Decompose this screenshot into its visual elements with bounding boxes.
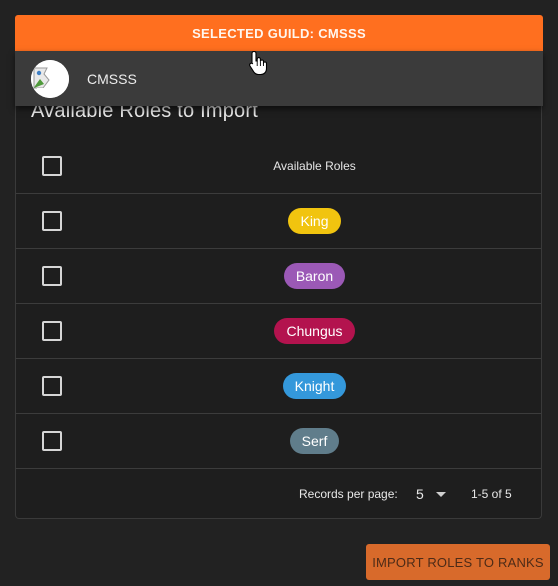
column-header-available-roles: Available Roles bbox=[273, 159, 356, 173]
guild-menu-item[interactable]: CMSSS bbox=[15, 51, 543, 106]
roles-table: Available Roles King Baron Chungus Knigh… bbox=[16, 139, 541, 469]
selected-guild-label: SELECTED GUILD: CMSSS bbox=[192, 25, 366, 41]
row-checkbox[interactable] bbox=[42, 376, 62, 396]
table-header-row: Available Roles bbox=[16, 139, 541, 194]
table-row[interactable]: King bbox=[16, 194, 541, 249]
select-all-checkbox[interactable] bbox=[42, 156, 62, 176]
pagination-range: 1-5 of 5 bbox=[471, 487, 512, 501]
table-pagination: Records per page: 5 1-5 of 5 bbox=[16, 469, 541, 519]
role-chip-chungus: Chungus bbox=[274, 318, 355, 344]
role-cell: King bbox=[88, 194, 541, 248]
roles-card: Available Roles to Import Available Role… bbox=[15, 92, 542, 519]
role-chip-serf: Serf bbox=[289, 428, 340, 454]
selected-guild-button[interactable]: SELECTED GUILD: CMSSS bbox=[15, 15, 543, 51]
role-cell: Baron bbox=[88, 249, 541, 303]
records-per-page-select[interactable]: 5 bbox=[414, 482, 454, 504]
row-checkbox[interactable] bbox=[42, 431, 62, 451]
role-chip-knight: Knight bbox=[282, 373, 347, 399]
role-chip-baron: Baron bbox=[283, 263, 346, 289]
role-cell: Serf bbox=[88, 414, 541, 468]
table-row[interactable]: Knight bbox=[16, 359, 541, 414]
row-checkbox[interactable] bbox=[42, 321, 62, 341]
header-cell: Available Roles bbox=[88, 139, 541, 193]
guild-name: CMSSS bbox=[87, 71, 137, 87]
import-roles-button[interactable]: IMPORT ROLES TO RANKS bbox=[366, 544, 550, 580]
table-row[interactable]: Baron bbox=[16, 249, 541, 304]
records-per-page-label: Records per page: bbox=[299, 487, 398, 501]
role-cell: Knight bbox=[88, 359, 541, 413]
row-checkbox[interactable] bbox=[42, 266, 62, 286]
table-row[interactable]: Chungus bbox=[16, 304, 541, 359]
row-checkbox[interactable] bbox=[42, 211, 62, 231]
import-roles-label: IMPORT ROLES TO RANKS bbox=[372, 554, 544, 570]
role-chip-king: King bbox=[288, 208, 341, 234]
broken-image-icon bbox=[31, 60, 69, 98]
page: Available Roles to Import Available Role… bbox=[0, 0, 558, 586]
caret-down-icon bbox=[436, 492, 446, 497]
records-per-page-value: 5 bbox=[416, 486, 424, 502]
table-row[interactable]: Serf bbox=[16, 414, 541, 469]
role-cell: Chungus bbox=[88, 304, 541, 358]
